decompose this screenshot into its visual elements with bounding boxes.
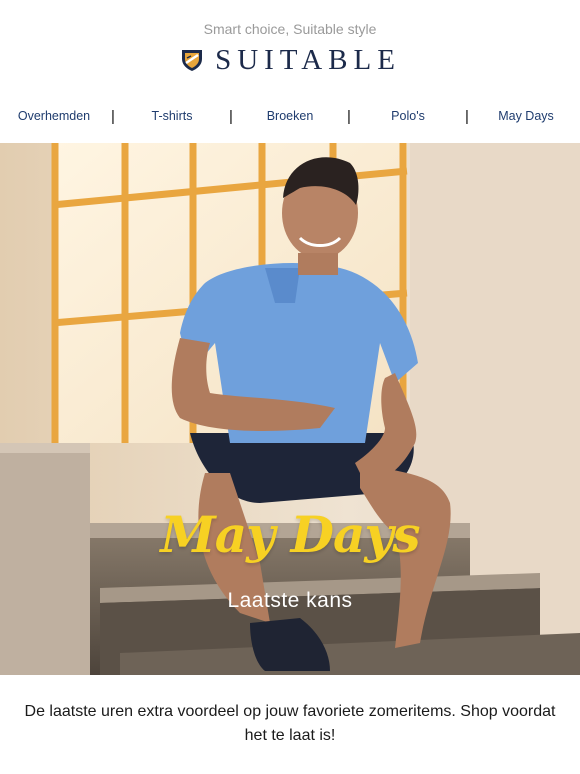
nav-separator: | xyxy=(229,107,233,125)
nav-item-broeken[interactable]: Broeken xyxy=(236,109,344,123)
header-tagline: Smart choice, Suitable style xyxy=(203,21,377,37)
crest-icon xyxy=(179,47,205,73)
hero-title: May Days xyxy=(160,505,420,564)
category-nav: Overhemden | T-shirts | Broeken | Polo's… xyxy=(0,105,580,127)
nav-item-may-days[interactable]: May Days xyxy=(472,109,580,123)
nav-item-overhemden[interactable]: Overhemden xyxy=(0,109,108,123)
nav-separator: | xyxy=(111,107,115,125)
brand-logo[interactable]: SUITABLE xyxy=(0,44,580,76)
nav-item-polos[interactable]: Polo's xyxy=(354,109,462,123)
hero-banner[interactable]: May Days Laatste kans xyxy=(0,143,580,675)
nav-separator: | xyxy=(347,107,351,125)
brand-name: SUITABLE xyxy=(215,44,401,76)
intro-text: De laatste uren extra voordeel op jouw f… xyxy=(24,703,556,744)
hero-subtitle: Laatste kans xyxy=(227,589,353,612)
nav-separator: | xyxy=(465,107,469,125)
nav-item-t-shirts[interactable]: T-shirts xyxy=(118,109,226,123)
